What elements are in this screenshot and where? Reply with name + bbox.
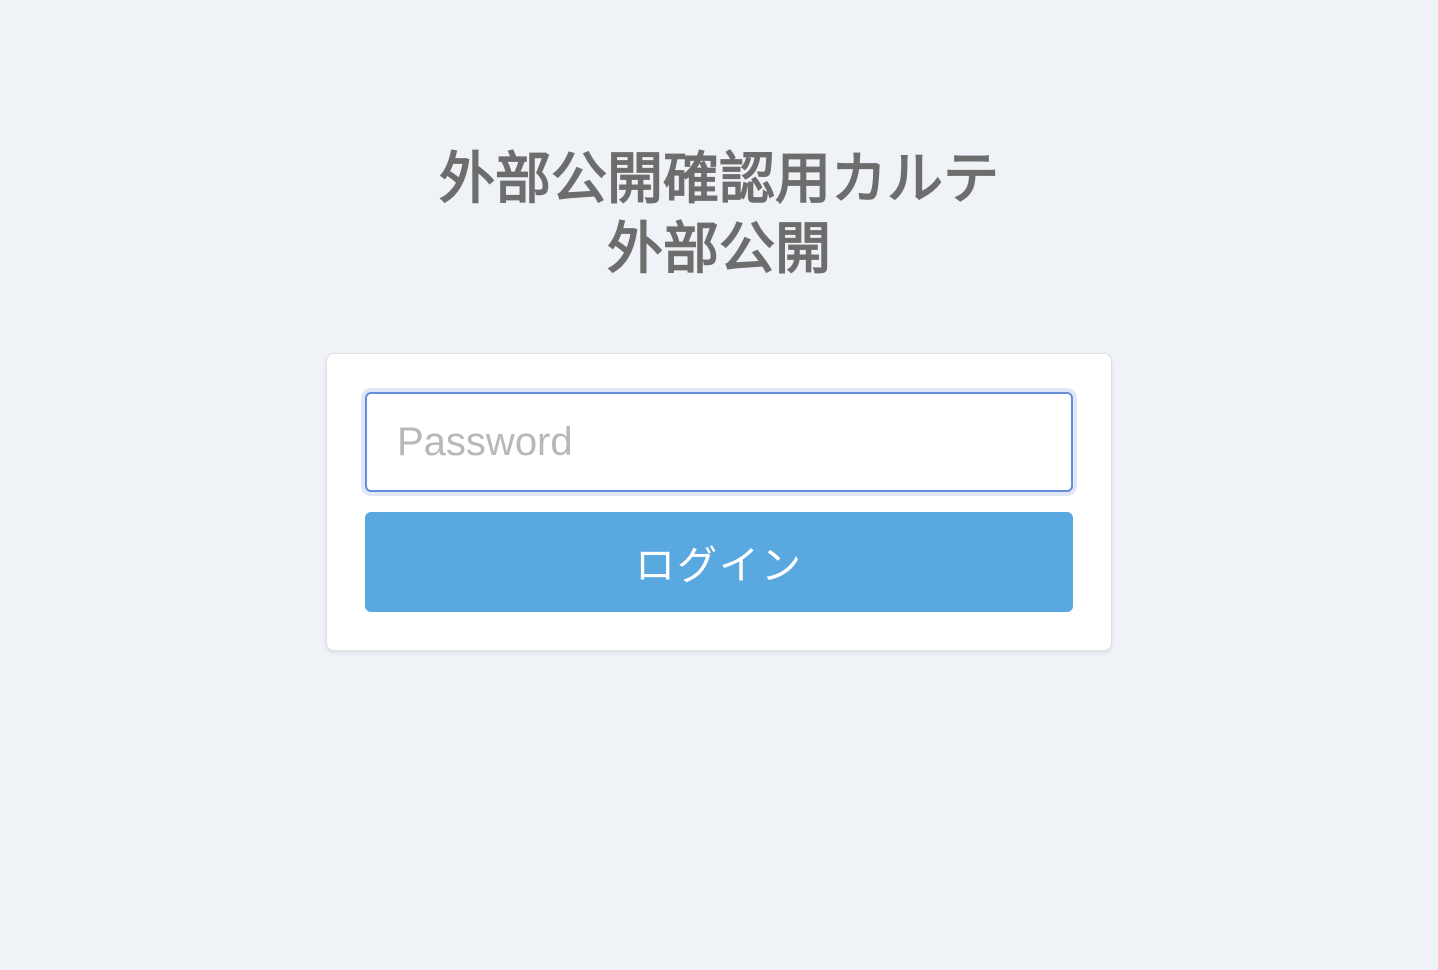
page-title-container: 外部公開確認用カルテ 外部公開 (439, 145, 999, 285)
login-card: ログイン (326, 353, 1112, 651)
page-title-line1: 外部公開確認用カルテ (439, 145, 999, 215)
password-input-wrapper (365, 392, 1073, 492)
login-button[interactable]: ログイン (365, 512, 1073, 612)
password-input[interactable] (365, 392, 1073, 492)
page-title-line2: 外部公開 (439, 215, 999, 285)
